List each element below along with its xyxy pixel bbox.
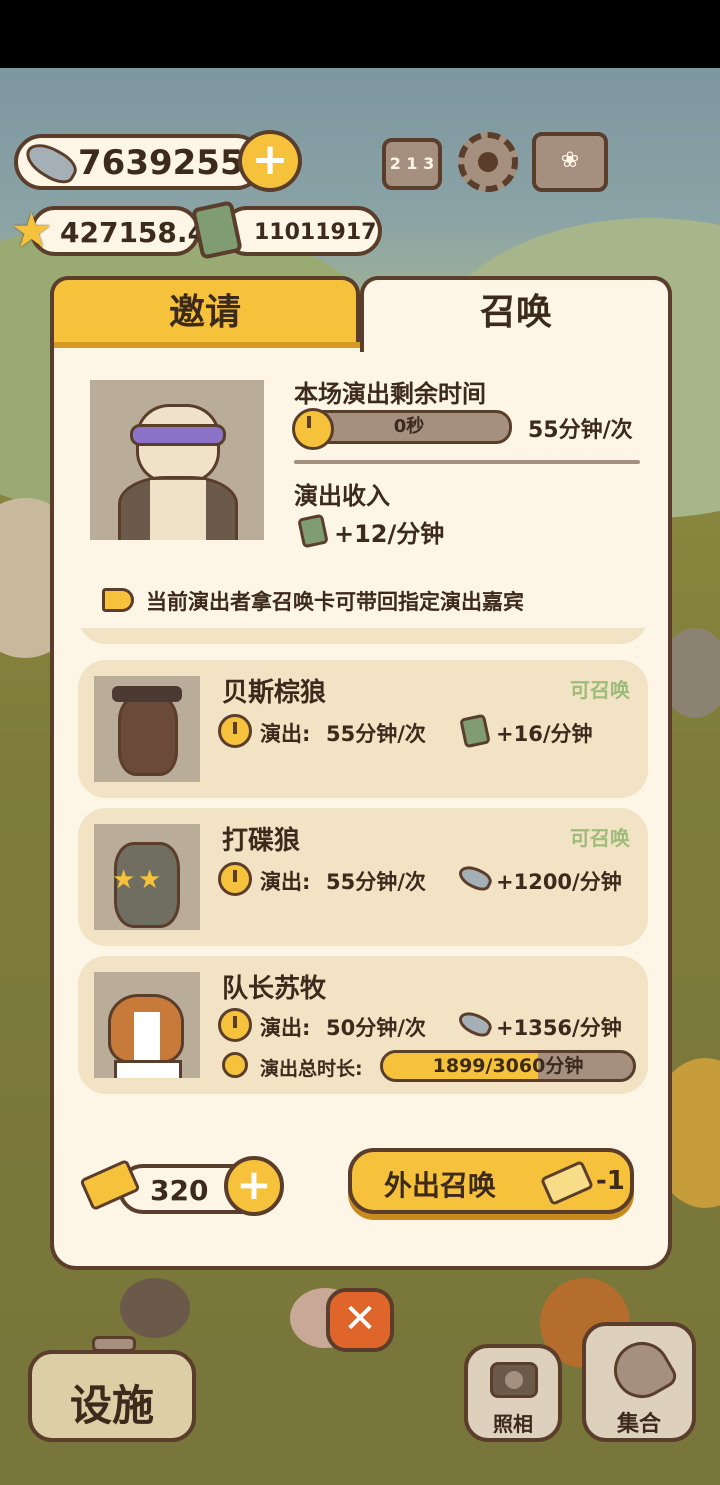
add-ticket-button[interactable]: +: [224, 1156, 284, 1216]
guest-portrait: [94, 676, 200, 782]
gather-label: 集合: [616, 1412, 661, 1437]
guest-perf-label: 演出:: [260, 722, 311, 746]
guest-total-value: 1899/3060分钟: [432, 1055, 584, 1077]
photo-label: 照相: [493, 1412, 533, 1436]
clock-icon: [218, 1008, 252, 1042]
guest-card[interactable]: 队长苏牧 演出: 50分钟/次 +1356/分钟 演出总时长: 1899/306…: [78, 956, 648, 1094]
current-rate: 55分钟/次: [528, 418, 633, 443]
guest-card-partial: [78, 628, 648, 644]
tab-summon[interactable]: 召唤: [360, 276, 672, 352]
close-button[interactable]: ✕: [326, 1288, 394, 1352]
guest-name: 队长苏牧: [222, 974, 327, 1004]
star-icon: ★: [10, 203, 54, 259]
fish-icon: [455, 861, 495, 895]
guest-list[interactable]: 贝斯棕狼 可召唤 演出: 55分钟/次 +16/分钟 ★ ★ 打碟狼 可召唤 演…: [54, 628, 672, 1108]
camera-icon: [490, 1362, 538, 1398]
guest-income-value: +1200/分钟: [496, 870, 622, 894]
ticket-count: 320: [150, 1174, 209, 1207]
summon-panel-body: 本场演出剩余时间 0秒 55分钟/次 演出收入 +12/分钟 当前演出者拿召唤卡…: [50, 348, 672, 1270]
guest-status: 可召唤: [570, 826, 630, 850]
section-divider: [294, 460, 640, 464]
income-value: +12/分钟: [334, 520, 445, 548]
summon-out-button[interactable]: 外出召唤 -1: [348, 1148, 634, 1214]
cash-icon: [297, 513, 329, 549]
facilities-button[interactable]: 设施: [28, 1336, 196, 1442]
fish-currency-pill: 76392550: [14, 134, 267, 190]
handbook-book-icon[interactable]: ❀: [532, 132, 608, 192]
guest-portrait: [94, 972, 200, 1078]
clock-icon: [218, 862, 252, 896]
add-fish-button[interactable]: +: [238, 130, 302, 192]
remaining-time-label: 本场演出剩余时间: [294, 380, 486, 408]
facilities-label: 设施: [69, 1381, 154, 1430]
guest-status: 可召唤: [570, 678, 630, 702]
clock-icon: [218, 714, 252, 748]
guest-income-value: +16/分钟: [496, 722, 593, 746]
guest-card[interactable]: 贝斯棕狼 可召唤 演出: 55分钟/次 +16/分钟: [78, 660, 648, 798]
fish-icon: [455, 1007, 495, 1041]
guest-total-bar: 1899/3060分钟: [380, 1050, 636, 1082]
remaining-time-value: 0秒: [393, 416, 425, 437]
tab-invite[interactable]: 邀请: [50, 276, 360, 352]
guest-name: 贝斯棕狼: [222, 678, 327, 708]
remaining-time-bar: 0秒: [306, 410, 512, 444]
guest-perf-value: 50分钟/次: [326, 1016, 426, 1040]
whistle-icon: [603, 1331, 681, 1409]
guest-name: 打碟狼: [222, 826, 301, 856]
gather-button[interactable]: 集合: [582, 1322, 696, 1442]
summon-cost: -1: [596, 1166, 625, 1196]
ranking-podium-icon[interactable]: 2 1 3: [382, 138, 442, 190]
current-performer-portrait: [90, 380, 264, 540]
guest-income-value: +1356/分钟: [496, 1016, 622, 1040]
megaphone-icon: [102, 588, 134, 612]
cash-icon: [459, 713, 491, 749]
income-label: 演出收入: [294, 482, 390, 510]
cash-currency-pill: 11011917: [222, 206, 382, 256]
star-amount: 427158.4: [60, 216, 208, 249]
summon-panel: 邀请 召唤 本场演出剩余时间 0秒 55分钟/次 演出收入 +12/分钟 当前演…: [50, 276, 672, 1270]
hourglass-icon: [222, 1052, 248, 1078]
cash-amount: 11011917: [254, 220, 377, 245]
summon-out-label: 外出召唤: [384, 1169, 497, 1202]
fish-icon: [20, 136, 82, 190]
guest-perf-label: 演出:: [260, 1016, 311, 1040]
summon-ticket-icon: [539, 1159, 595, 1207]
clipboard-icon: [92, 1336, 136, 1352]
clock-icon: [292, 408, 334, 450]
guest-portrait: ★ ★: [94, 824, 200, 930]
guest-perf-value: 55分钟/次: [326, 870, 426, 894]
background-character: [120, 1278, 190, 1338]
photo-button[interactable]: 照相: [464, 1344, 562, 1442]
settings-gear-icon[interactable]: [458, 132, 518, 192]
notice-text: 当前演出者拿召唤卡可带回指定演出嘉宾: [146, 590, 524, 614]
guest-perf-label: 演出:: [260, 870, 311, 894]
guest-perf-value: 55分钟/次: [326, 722, 426, 746]
guest-total-label: 演出总时长:: [260, 1058, 363, 1080]
guest-card[interactable]: ★ ★ 打碟狼 可召唤 演出: 55分钟/次 +1200/分钟: [78, 808, 648, 946]
